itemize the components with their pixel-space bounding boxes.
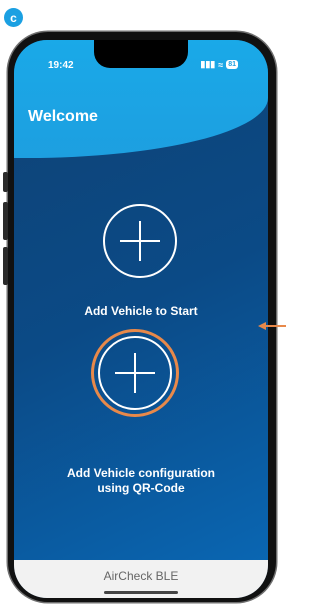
add-vehicle-qr-label[interactable]: Add Vehicle configuration using QR-Code (14, 466, 268, 496)
page-title: Welcome (28, 108, 98, 125)
add-vehicle-label[interactable]: Add Vehicle to Start (14, 304, 268, 319)
volume-down-button (3, 247, 8, 285)
figure-label-badge: c (4, 8, 23, 27)
app-screen: 19:42 ▮▮▮ ≈ 81 Welcome Add Vehicle to St… (14, 40, 268, 598)
notch (94, 40, 188, 68)
status-icons: ▮▮▮ ≈ 81 (200, 59, 238, 70)
status-time: 19:42 (48, 60, 74, 71)
volume-up-button (3, 202, 8, 240)
footer-bar: AirCheck BLE (14, 560, 268, 598)
add-vehicle-qr-label-line2: using QR-Code (97, 481, 185, 495)
add-vehicle-button[interactable] (103, 204, 177, 278)
mute-switch (3, 172, 8, 192)
home-indicator[interactable] (104, 591, 178, 594)
battery-icon: 81 (226, 60, 238, 69)
plus-icon-vertical (134, 353, 136, 393)
cellular-signal-icon: ▮▮▮ (200, 59, 216, 69)
add-vehicle-qr-button[interactable] (98, 336, 172, 410)
app-name-label: AirCheck BLE (103, 569, 179, 583)
plus-icon-vertical (139, 221, 141, 261)
add-vehicle-qr-label-line1: Add Vehicle configuration (66, 466, 215, 480)
pointer-arrow-icon (258, 322, 286, 330)
wifi-icon: ≈ (218, 59, 224, 70)
